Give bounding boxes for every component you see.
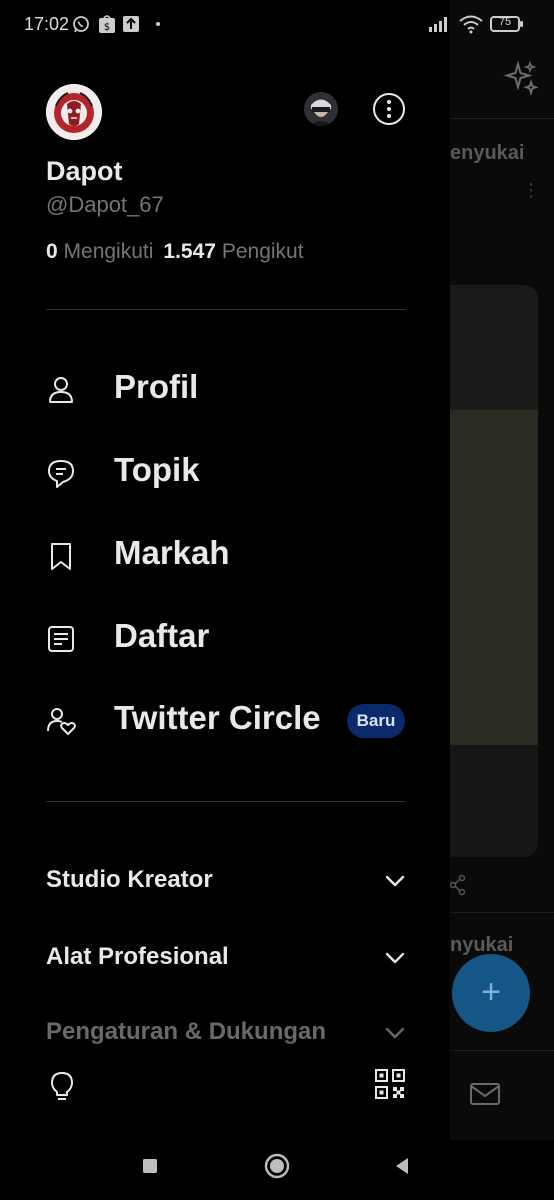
divider [450,118,554,119]
display-name[interactable]: Dapot [46,156,123,187]
divider [450,912,554,913]
section-studio-kreator[interactable]: Studio Kreator [46,860,406,900]
whatsapp-icon [73,16,89,33]
signal-icon [429,17,447,32]
lightbulb-icon[interactable] [48,1070,76,1102]
share-icon [449,874,466,896]
section-label: Studio Kreator [46,866,213,893]
divider [46,309,406,310]
plus-icon: + [481,973,501,1011]
section-label: Alat Profesional [46,943,229,970]
nav-item-daftar[interactable]: Daftar [46,609,426,669]
upload-icon [123,16,139,32]
avatar[interactable] [46,84,102,140]
person-icon [49,377,73,403]
switch-account-avatar[interactable] [304,92,338,126]
followers-count: 1.547 [163,240,216,263]
background-card-footer [450,745,538,857]
chevron-down-icon [385,952,405,964]
chevron-down-icon [385,875,405,887]
qr-code-icon[interactable] [374,1068,406,1100]
compose-tweet-button[interactable]: + [452,954,530,1032]
user-handle: @Dapot_67 [46,192,164,217]
nav-label: Markah [114,534,230,571]
notification-dot-icon [156,22,160,26]
status-time: 17:02 [24,14,70,34]
nav-label: Daftar [114,617,210,654]
background-tweet-text: enyukai [450,142,525,164]
nav-label: Twitter Circle [114,699,321,736]
nav-label: Profil [114,368,199,405]
status-bar: 17:02 $ 75 [0,0,554,50]
sparkle-icon[interactable] [502,60,540,98]
divider [450,1050,554,1051]
new-badge: Baru [347,704,405,738]
more-icon: ⋮ [522,180,540,200]
svg-text:$: $ [104,22,110,33]
back-icon[interactable] [392,1156,412,1176]
mail-icon[interactable] [468,1080,502,1108]
followers-label: Pengikut [221,240,304,263]
scroll-fade [0,1040,450,1066]
followers-link[interactable]: 1.547 Pengikut [163,240,303,263]
more-options-icon[interactable] [372,92,406,126]
profile-picture [46,84,102,140]
divider [46,801,406,802]
background-media-card [450,285,538,745]
list-icon [48,626,74,652]
battery-level: 75 [498,16,512,28]
following-count: 0 [46,240,58,263]
nav-item-profil[interactable]: Profil [46,360,426,420]
following-label: Mengikuti [63,240,154,263]
shop-icon: $ [99,15,115,33]
home-icon[interactable] [263,1152,291,1180]
section-alat-profesional[interactable]: Alat Profesional [46,937,406,977]
nav-item-markah[interactable]: Markah [46,526,426,586]
follow-stats: 0 Mengikuti 1.547 Pengikut [46,240,304,264]
circle-people-icon [47,708,76,735]
recent-apps-icon[interactable] [140,1156,160,1176]
nav-item-topik[interactable]: Topik [46,443,426,503]
wifi-icon [459,15,483,34]
battery-icon: 75 [490,16,523,32]
nav-label: Topik [114,451,200,488]
following-link[interactable]: 0 Mengikuti [46,240,153,263]
account-picture [304,92,338,126]
topics-icon [48,460,74,488]
bookmark-icon [51,543,71,570]
